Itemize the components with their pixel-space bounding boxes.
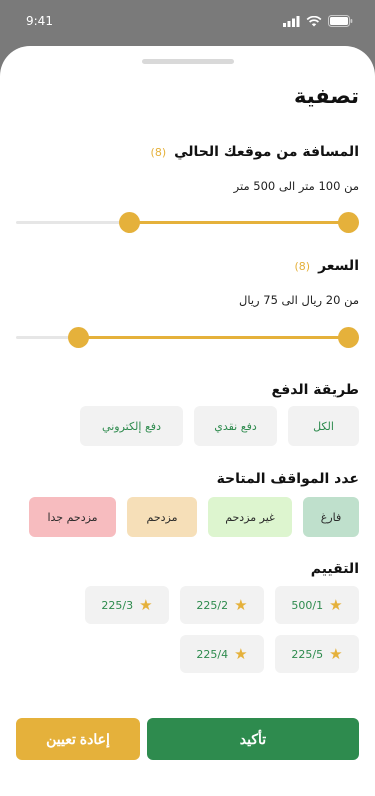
parking-option-crowded[interactable]: مزدحم	[127, 497, 197, 537]
distance-section-title: المسافة من موقعك الحالي (8)	[151, 144, 359, 160]
price-min-thumb[interactable]	[67, 327, 89, 348]
distance-max-thumb[interactable]	[338, 212, 359, 233]
wifi-icon	[306, 15, 322, 26]
confirm-button[interactable]: تأكيد	[147, 718, 359, 760]
rating-option-label: 225/2	[196, 598, 229, 612]
drag-handle[interactable]	[142, 59, 234, 64]
distance-track-fill	[129, 221, 349, 224]
star-icon: ★	[234, 596, 248, 614]
star-icon: ★	[329, 596, 343, 614]
rating-option-4[interactable]: ★ 225/4	[180, 635, 264, 673]
payment-option-cash[interactable]: دفع نقدي	[194, 406, 277, 446]
filter-sheet: تصفية المسافة من موقعك الحالي (8) من 100…	[0, 46, 375, 796]
reset-button[interactable]: إعادة تعيين	[16, 718, 140, 760]
distance-slider[interactable]	[16, 211, 359, 235]
signal-icon	[283, 15, 300, 27]
distance-range-text: من 100 متر الى 500 متر	[233, 179, 359, 193]
payment-option-electronic[interactable]: دفع إلكتروني	[80, 406, 183, 446]
star-icon: ★	[139, 596, 153, 614]
price-count: (8)	[294, 259, 311, 273]
price-section-title: السعر (8)	[294, 258, 359, 274]
price-title: السعر	[318, 258, 359, 274]
price-range-text: من 20 ريال الى 75 ريال	[238, 293, 359, 307]
rating-option-3[interactable]: ★ 225/3	[85, 586, 169, 624]
status-icons	[283, 15, 353, 27]
rating-option-label: 225/4	[196, 647, 229, 661]
payment-options: الكل دفع نقدي دفع إلكتروني	[80, 406, 359, 446]
parking-option-very-crowded[interactable]: مزدحم جدا	[29, 497, 116, 537]
rating-title: التقييم	[310, 561, 359, 577]
rating-option-2[interactable]: ★ 225/2	[180, 586, 264, 624]
price-max-thumb[interactable]	[338, 327, 359, 348]
price-slider[interactable]	[16, 326, 359, 350]
price-track-fill	[78, 336, 349, 339]
payment-option-all[interactable]: الكل	[288, 406, 359, 446]
distance-min-thumb[interactable]	[119, 212, 141, 233]
parking-option-empty[interactable]: فارغ	[303, 497, 359, 537]
parking-section-title: عدد المواقف المتاحة	[217, 471, 359, 487]
distance-count: (8)	[150, 145, 167, 159]
status-time: 9:41	[26, 14, 53, 28]
star-icon: ★	[234, 645, 248, 663]
distance-title: المسافة من موقعك الحالي	[174, 144, 359, 160]
payment-title: طريقة الدفع	[271, 382, 359, 398]
battery-icon	[328, 15, 353, 27]
rating-options: ★ 500/1 ★ 225/2 ★ 225/3 ★ 225/5 ★ 225/4	[85, 586, 359, 673]
rating-option-1[interactable]: ★ 500/1	[275, 586, 359, 624]
rating-option-label: 225/5	[291, 647, 324, 661]
parking-option-not-crowded[interactable]: غير مزدحم	[208, 497, 292, 537]
star-icon: ★	[329, 645, 343, 663]
page-title: تصفية	[294, 84, 359, 108]
rating-option-5[interactable]: ★ 225/5	[275, 635, 359, 673]
status-bar: 9:41	[0, 0, 375, 42]
payment-section-title: طريقة الدفع	[272, 382, 359, 398]
rating-option-label: 225/3	[101, 598, 134, 612]
parking-title: عدد المواقف المتاحة	[216, 471, 359, 487]
rating-section-title: التقييم	[311, 561, 359, 577]
rating-option-label: 500/1	[291, 598, 324, 612]
parking-options: فارغ غير مزدحم مزدحم مزدحم جدا	[29, 497, 359, 537]
